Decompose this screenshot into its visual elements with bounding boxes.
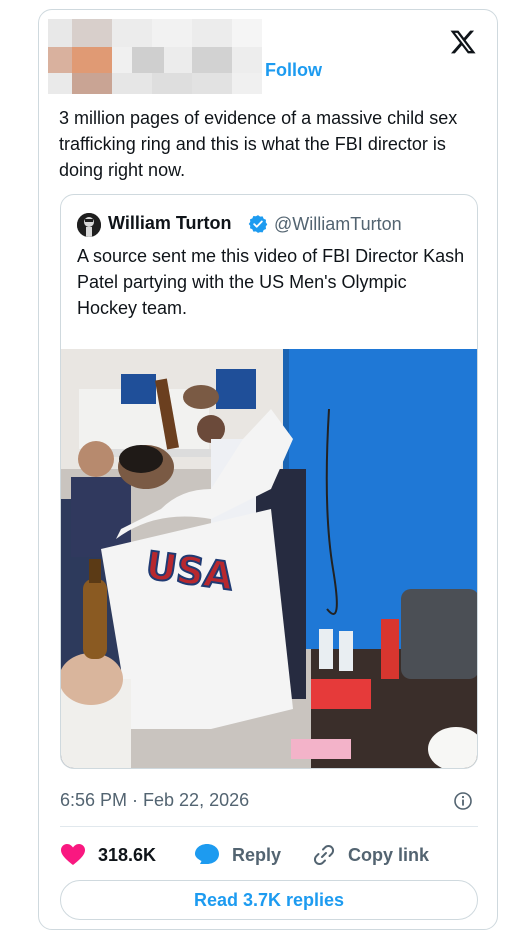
quoted-tweet[interactable]: William Turton @WilliamTurton A source s… (60, 194, 478, 769)
x-logo-icon[interactable] (449, 28, 477, 56)
info-icon[interactable] (453, 791, 473, 811)
quoted-author-avatar[interactable] (77, 213, 101, 237)
link-icon (313, 844, 335, 866)
video-thumbnail[interactable]: USA (61, 349, 478, 769)
tweet-timestamp[interactable]: 6:56 PM · Feb 22, 2026 (60, 790, 249, 811)
read-replies-button[interactable]: Read 3.7K replies (60, 880, 478, 920)
copy-link-button[interactable]: Copy link (312, 838, 429, 872)
reply-bubble-icon (195, 844, 219, 864)
divider (60, 826, 478, 827)
blurred-author-info (48, 19, 262, 94)
quoted-author-handle[interactable]: @WilliamTurton (274, 214, 402, 235)
copy-link-label: Copy link (348, 844, 430, 865)
action-bar: 318.6K Reply Copy link (60, 838, 478, 872)
embedded-tweet-card: Follow 3 million pages of evidence of a … (38, 9, 498, 930)
reply-label: Reply (232, 844, 282, 865)
heart-icon (61, 844, 85, 865)
quoted-tweet-text: A source sent me this video of FBI Direc… (77, 246, 465, 318)
verified-badge-icon (248, 215, 268, 233)
tweet-text: 3 million pages of evidence of a massive… (59, 108, 458, 180)
reply-button[interactable]: Reply (194, 838, 281, 872)
like-button[interactable]: 318.6K (60, 838, 156, 872)
follow-button[interactable]: Follow (265, 60, 322, 81)
quoted-author-name[interactable]: William Turton (108, 213, 232, 234)
like-count: 318.6K (98, 844, 157, 865)
